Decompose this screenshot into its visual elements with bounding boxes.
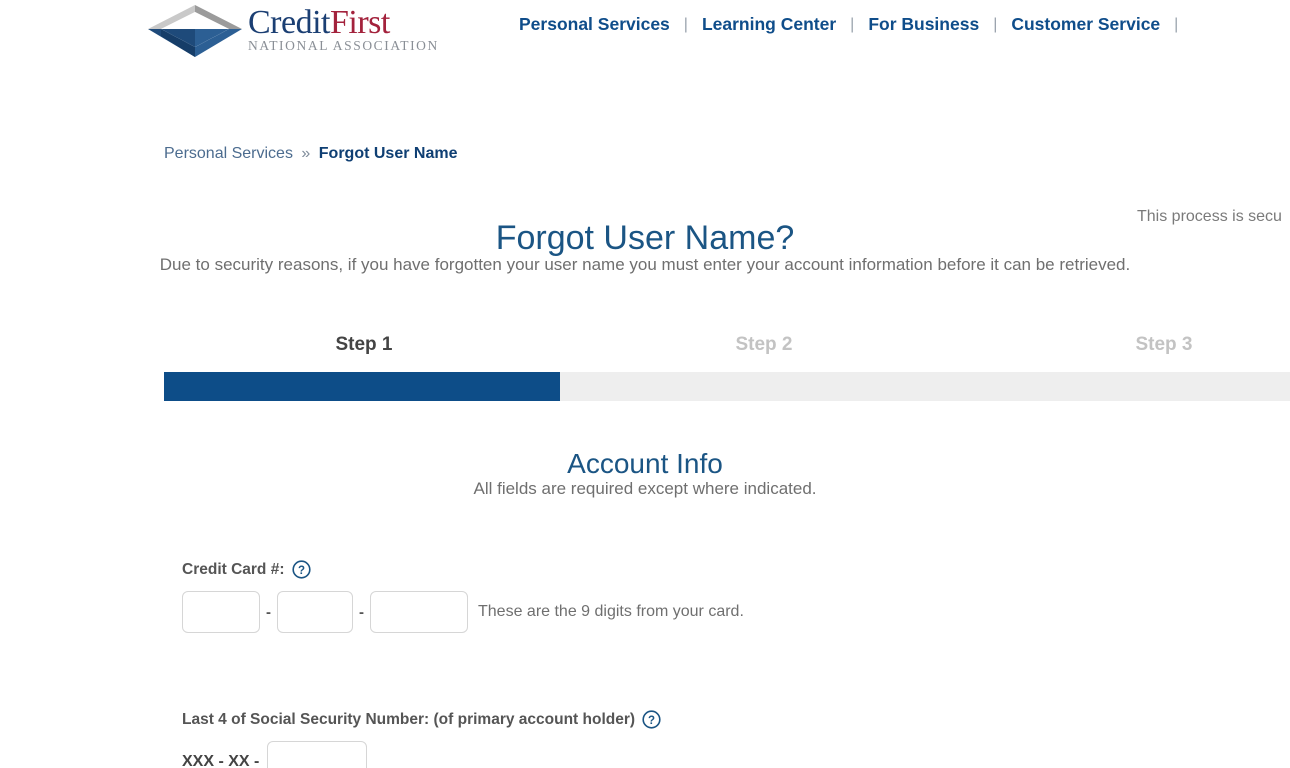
question-mark-circle-icon[interactable]: ? — [291, 560, 311, 579]
creditfirst-diamond-logo-icon — [148, 5, 242, 57]
breadcrumb-current: Forgot User Name — [318, 145, 458, 162]
step-progress: Step 1 Step 2 Step 3 — [164, 334, 1290, 401]
site-logo[interactable]: CreditFirst NATIONAL ASSOCIATION — [146, 3, 439, 59]
nav-item-learning-center[interactable]: Learning Center — [702, 14, 836, 35]
page-title: Forgot User Name? — [495, 218, 795, 257]
nav-item-for-business[interactable]: For Business — [868, 14, 979, 35]
logo-wordmark: CreditFirst NATIONAL ASSOCIATION — [248, 3, 439, 54]
ssn-field-group: Last 4 of Social Security Number: (of pr… — [182, 710, 661, 768]
step-label-3: Step 3 — [1135, 334, 1193, 355]
ssn-input-row: XXX - XX - — [182, 741, 661, 768]
credit-card-inputs-row: - - These are the 9 digits from your car… — [182, 591, 744, 633]
nav-item-customer-service[interactable]: Customer Service — [1011, 14, 1160, 35]
nav-separator: | — [1174, 15, 1179, 33]
breadcrumb-separator: » — [301, 145, 311, 162]
step-label-2: Step 2 — [735, 334, 793, 355]
credit-card-part3-input[interactable] — [370, 591, 468, 633]
logo-title: CreditFirst — [248, 5, 439, 41]
credit-card-separator: - — [359, 603, 364, 621]
credit-card-part2-input[interactable] — [277, 591, 353, 633]
nav-separator: | — [850, 15, 855, 33]
credit-card-hint: These are the 9 digits from your card. — [478, 603, 744, 620]
credit-card-label-row: Credit Card #: ? — [182, 560, 744, 579]
progress-bar-fill — [164, 372, 560, 401]
nav-separator: | — [993, 15, 998, 33]
ssn-masked-prefix: XXX - XX - — [182, 753, 260, 768]
question-mark-circle-icon[interactable]: ? — [642, 710, 661, 729]
svg-text:?: ? — [648, 715, 655, 727]
step-label-1: Step 1 — [335, 334, 393, 355]
svg-text:?: ? — [297, 565, 304, 577]
logo-subtitle: NATIONAL ASSOCIATION — [248, 38, 439, 53]
main-navigation: Personal Services | Learning Center | Fo… — [519, 14, 1192, 35]
logo-word-first: First — [329, 4, 390, 41]
breadcrumb-parent-link[interactable]: Personal Services — [164, 145, 293, 162]
ssn-label: Last 4 of Social Security Number: (of pr… — [182, 710, 636, 728]
secure-process-note: This process is secu — [1137, 208, 1282, 225]
site-header: CreditFirst NATIONAL ASSOCIATION Persona… — [0, 0, 1290, 70]
page-subtitle: Due to security reasons, if you have for… — [159, 255, 1131, 274]
credit-card-separator: - — [266, 603, 271, 621]
section-required-note: All fields are required except where ind… — [473, 479, 817, 498]
step-labels: Step 1 Step 2 Step 3 — [164, 334, 1290, 356]
ssn-last4-input[interactable] — [267, 741, 368, 768]
nav-separator: | — [683, 15, 688, 33]
section-title-account-info: Account Info — [567, 448, 723, 480]
logo-word-credit: Credit — [248, 4, 330, 41]
ssn-label-row: Last 4 of Social Security Number: (of pr… — [182, 710, 661, 729]
page-content: Personal Services » Forgot User Name For… — [0, 62, 1290, 768]
credit-card-field-group: Credit Card #: ? - - These are the 9 dig… — [182, 560, 744, 633]
credit-card-part1-input[interactable] — [182, 591, 260, 633]
nav-item-personal-services[interactable]: Personal Services — [519, 14, 670, 35]
breadcrumb: Personal Services » Forgot User Name — [164, 145, 457, 163]
progress-bar-track — [164, 372, 1290, 401]
credit-card-label: Credit Card #: — [182, 560, 285, 578]
